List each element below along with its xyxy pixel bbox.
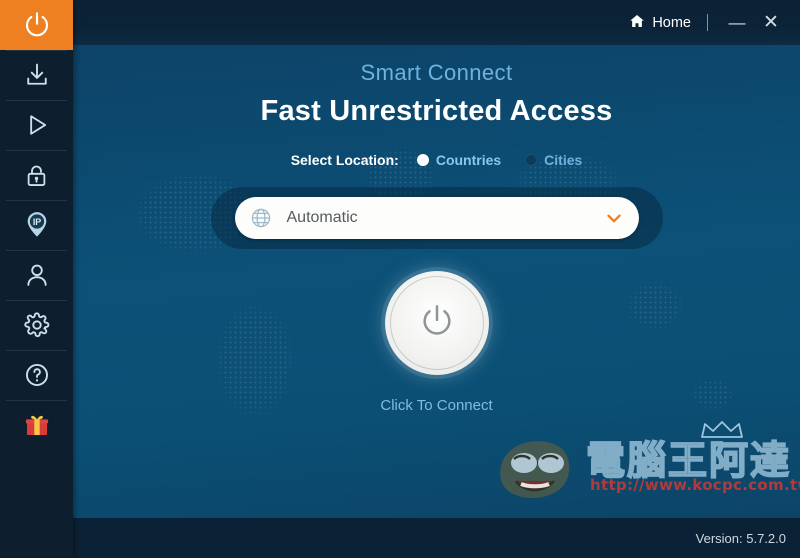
statusbar: Version: 5.7.2.0 [73, 518, 800, 558]
titlebar: Home — ✕ [73, 0, 800, 45]
radio-label-cities: Cities [544, 152, 583, 168]
close-button[interactable]: ✕ [758, 10, 784, 36]
connect-button[interactable] [384, 271, 489, 375]
location-dropdown[interactable]: Automatic [234, 197, 639, 239]
connect-cta-label[interactable]: Click To Connect [73, 397, 800, 414]
sidebar: IP [0, 0, 73, 558]
page-title: Fast Unrestricted Access [260, 95, 613, 127]
minimize-button[interactable]: — [724, 10, 750, 36]
download-icon [23, 61, 51, 89]
radio-dot-countries [416, 154, 429, 166]
gear-icon [23, 311, 51, 339]
sidebar-item-ip[interactable]: IP [0, 200, 73, 250]
select-location-row: Select Location: Countries Cities [73, 152, 800, 168]
play-icon [23, 111, 51, 139]
home-label: Home [652, 14, 691, 31]
svg-text:IP: IP [32, 217, 40, 227]
vpn-app-window: IP Home — ✕ Smart Connect Fast Unrestric… [0, 0, 800, 558]
gift-icon [23, 411, 51, 439]
radio-countries[interactable]: Countries [416, 152, 502, 168]
power-icon [22, 10, 52, 40]
main-content: Smart Connect Fast Unrestricted Access S… [73, 45, 800, 518]
select-location-label: Select Location: [290, 152, 399, 168]
lock-icon [23, 162, 50, 189]
sidebar-item-help[interactable] [0, 350, 73, 400]
titlebar-divider [707, 14, 708, 31]
globe-icon [249, 206, 273, 230]
sidebar-item-streaming[interactable] [0, 100, 73, 150]
help-icon [23, 361, 51, 389]
sidebar-item-download[interactable] [0, 50, 73, 100]
sidebar-item-gift[interactable] [0, 400, 73, 450]
location-dropdown-value: Automatic [286, 209, 358, 226]
power-icon [417, 301, 457, 346]
connect-button-container [73, 271, 800, 375]
radio-cities[interactable]: Cities [525, 152, 582, 168]
radio-label-countries: Countries [435, 152, 502, 168]
sidebar-item-connect[interactable] [0, 0, 73, 50]
ip-pin-icon: IP [23, 211, 51, 239]
version-label: Version: 5.7.2.0 [695, 530, 786, 546]
radio-dot-cities [525, 154, 538, 166]
home-button[interactable]: Home [629, 13, 691, 33]
sidebar-item-security[interactable] [0, 150, 73, 200]
sidebar-item-settings[interactable] [0, 300, 73, 350]
sidebar-item-account[interactable] [0, 250, 73, 300]
home-icon [629, 13, 645, 33]
location-dropdown-container: Automatic [210, 187, 663, 249]
content-column: Smart Connect Fast Unrestricted Access S… [73, 60, 800, 414]
smart-connect-subtitle: Smart Connect [360, 60, 513, 85]
chevron-down-icon[interactable] [603, 207, 625, 229]
user-icon [23, 261, 51, 289]
